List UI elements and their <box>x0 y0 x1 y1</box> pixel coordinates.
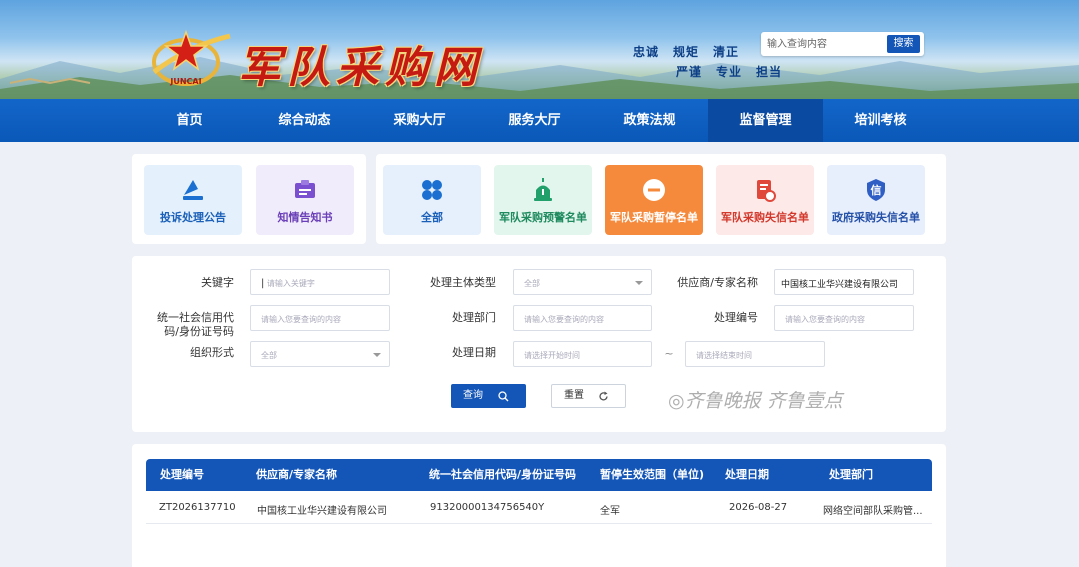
chevron-down-icon <box>373 353 381 357</box>
slogan-1: 忠诚 <box>633 45 660 59</box>
supplier-name-input[interactable]: 中国核工业华兴建设有限公司 <box>774 269 914 295</box>
nav-news[interactable]: 综合动态 <box>247 99 362 142</box>
subject-type-value: 全部 <box>524 279 540 288</box>
watermark: ◎齐鲁晚报 齐鲁壹点 <box>668 390 843 412</box>
record-number-input[interactable]: 请输入您要查询的内容 <box>774 305 914 331</box>
slogan-3: 清正 <box>713 45 740 59</box>
nav-service-hall[interactable]: 服务大厅 <box>477 99 592 142</box>
date-separator: ~ <box>664 347 674 360</box>
minus-circle-icon <box>643 179 665 201</box>
site-banner: JUNCAI 军队采购网 忠诚 规矩 清正 严谨 专业 担当 搜索 <box>0 0 1079 99</box>
search-icon <box>498 391 509 402</box>
reset-button-label: 重置 <box>564 390 584 401</box>
cell-credit-code: 91320000134756540Y <box>430 502 545 513</box>
results-table-header: 处理编号 供应商/专家名称 统一社会信用代码/身份证号码 暂停生效范围（单位) … <box>146 459 932 491</box>
query-button[interactable]: 查询 <box>451 384 526 408</box>
svg-text:信: 信 <box>871 183 882 197</box>
slogan-2: 规矩 <box>673 45 700 59</box>
header-search: 搜索 <box>761 32 924 56</box>
warning-list-card[interactable]: 军队采购预警名单 <box>494 165 592 235</box>
nav-policy[interactable]: 政策法规 <box>592 99 707 142</box>
org-form-value: 全部 <box>261 351 277 360</box>
send-icon <box>183 180 203 200</box>
quick-links-right-panel: 全部 军队采购预警名单 军队采购暂停名单 军队采购失信名单 信 政府采购失信名单 <box>376 154 946 244</box>
credit-code-input[interactable]: 请输入您要查询的内容 <box>250 305 390 331</box>
site-logo[interactable]: JUNCAI <box>148 26 232 90</box>
supplier-name-label: 供应商/专家名称 <box>677 276 758 289</box>
cell-department: 网络空间部队采购管... <box>823 506 923 517</box>
government-dishonest-list-card[interactable]: 信 政府采购失信名单 <box>827 165 925 235</box>
department-input[interactable]: 请输入您要查询的内容 <box>513 305 652 331</box>
site-title: 军队采购网 <box>238 43 483 93</box>
org-form-label: 组织形式 <box>190 346 234 359</box>
col-suspension-scope: 暂停生效范围（单位) <box>600 468 705 481</box>
suspension-list-label: 军队采购暂停名单 <box>610 211 698 224</box>
reset-button[interactable]: 重置 <box>551 384 626 408</box>
all-list-card[interactable]: 全部 <box>383 165 481 235</box>
keyword-label: 关键字 <box>201 276 234 289</box>
row-divider <box>146 523 932 524</box>
slogan-4: 严谨 <box>676 65 703 79</box>
complaint-notice-card[interactable]: 投诉处理公告 <box>144 165 242 235</box>
credit-code-label-line1: 统一社会信用代 <box>157 311 234 324</box>
military-dishonest-list-label: 军队采购失信名单 <box>721 211 809 224</box>
col-credit-code: 统一社会信用代码/身份证号码 <box>429 468 577 481</box>
col-date: 处理日期 <box>725 468 769 481</box>
credit-code-label-line2: 码/身份证号码 <box>164 325 234 338</box>
notification-letter-card[interactable]: 知情告知书 <box>256 165 354 235</box>
nav-supervision[interactable]: 监督管理 <box>708 99 823 142</box>
cell-record-number: ZT2026137710 <box>159 502 236 513</box>
date-end-input[interactable]: 请选择结束时间 <box>685 341 825 367</box>
government-dishonest-list-label: 政府采购失信名单 <box>832 211 920 224</box>
all-list-label: 全部 <box>421 211 443 224</box>
nav-training[interactable]: 培训考核 <box>823 99 938 142</box>
complaint-notice-label: 投诉处理公告 <box>160 211 226 224</box>
header-search-button[interactable]: 搜索 <box>887 35 920 53</box>
warning-list-label: 军队采购预警名单 <box>499 211 587 224</box>
date-start-input[interactable]: 请选择开始时间 <box>513 341 652 367</box>
subject-type-label: 处理主体类型 <box>430 276 496 289</box>
record-number-label: 处理编号 <box>714 311 758 324</box>
keyword-placeholder: 请输入关键字 <box>266 279 315 288</box>
col-supplier-name: 供应商/专家名称 <box>256 468 338 481</box>
cell-suspension-scope: 全军 <box>600 506 620 517</box>
nav-procurement-hall[interactable]: 采购大厅 <box>362 99 477 142</box>
shield-check-icon: 信 <box>867 179 885 201</box>
suspension-list-card[interactable]: 军队采购暂停名单 <box>605 165 703 235</box>
col-department: 处理部门 <box>829 468 873 481</box>
document-warning-icon <box>757 180 776 202</box>
subject-type-select[interactable]: 全部 <box>513 269 652 295</box>
header-search-input[interactable] <box>767 35 885 53</box>
main-nav: 首页 综合动态 采购大厅 服务大厅 政策法规 监督管理 培训考核 <box>0 99 1079 142</box>
quick-links-left-panel: 投诉处理公告 知情告知书 <box>132 154 366 244</box>
cell-supplier-name: 中国核工业华兴建设有限公司 <box>257 506 387 517</box>
department-label: 处理部门 <box>452 311 496 324</box>
refresh-icon <box>599 391 608 401</box>
query-button-label: 查询 <box>463 390 483 401</box>
military-dishonest-list-card[interactable]: 军队采购失信名单 <box>716 165 814 235</box>
cell-date: 2026-08-27 <box>729 502 788 513</box>
org-form-select[interactable]: 全部 <box>250 341 390 367</box>
notification-letter-label: 知情告知书 <box>277 211 333 224</box>
keyword-input[interactable]: | 请输入关键字 <box>250 269 390 295</box>
slogan-5: 专业 <box>716 65 743 79</box>
logo-text: JUNCAI <box>169 77 201 86</box>
alarm-light-icon <box>534 178 552 201</box>
id-card-icon <box>295 180 315 198</box>
chevron-down-icon <box>635 281 643 285</box>
nav-home[interactable]: 首页 <box>132 99 247 142</box>
date-label: 处理日期 <box>452 346 496 359</box>
grid-icon <box>422 180 442 200</box>
col-record-number: 处理编号 <box>160 468 204 481</box>
slogan-6: 担当 <box>756 65 783 79</box>
